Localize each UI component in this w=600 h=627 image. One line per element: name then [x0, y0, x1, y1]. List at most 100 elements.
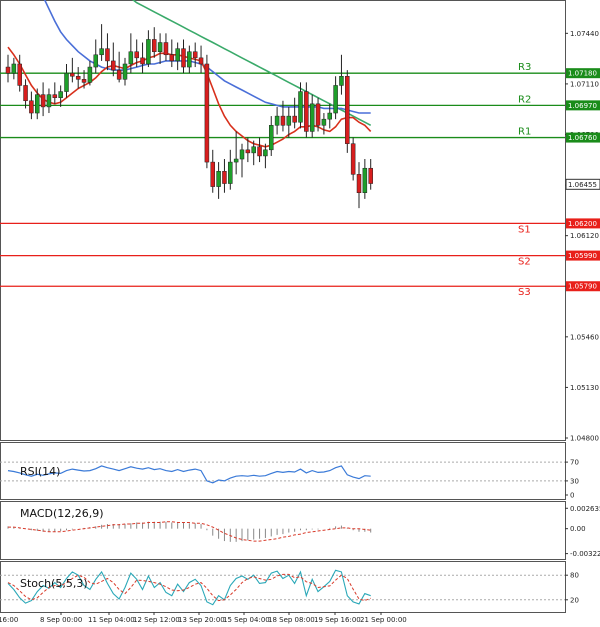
candle-up	[93, 54, 98, 68]
rsi-tick-label: 70	[570, 459, 579, 467]
rsi-tick-label: 0	[570, 492, 574, 500]
candle-up	[35, 94, 40, 114]
candle-down	[5, 66, 11, 74]
rsi-line	[7, 465, 371, 484]
candle-up	[157, 42, 163, 52]
panel-frames	[0, 0, 566, 613]
candle-up	[228, 161, 233, 184]
rsi-label: RSI(14)	[20, 465, 60, 478]
candle-down	[169, 54, 175, 62]
candle-up	[263, 149, 268, 157]
candle-up	[321, 118, 327, 126]
candle-up	[274, 115, 280, 126]
level-price-text: 1.06970	[568, 102, 597, 110]
candle-up	[362, 167, 368, 193]
candle-up	[46, 94, 52, 108]
candle-up	[187, 51, 192, 68]
candle-up	[286, 115, 292, 126]
candle-down	[70, 72, 75, 77]
candle-down	[345, 75, 350, 144]
macd-tick-label: 0.002635	[570, 505, 600, 513]
current-price-label: 1.06455	[568, 181, 597, 189]
candle-down	[280, 115, 286, 126]
pivot-levels: R3 R2 R1 S1 S2 S3	[0, 62, 565, 298]
level-price-text: 1.05790	[568, 283, 597, 291]
level-label-s2: S2	[518, 257, 531, 268]
candle-up	[175, 48, 180, 62]
candle-up	[146, 39, 151, 65]
candle-down	[222, 171, 227, 184]
time-tick-label: 15 Sep 04:00	[223, 616, 270, 624]
price-tick-label: 1.07110	[570, 80, 599, 88]
time-tick-label: 13 Sep 20:00	[178, 616, 225, 624]
candle-down	[134, 51, 139, 59]
candle-down	[368, 167, 373, 184]
macd-tick-label: -0.00322	[570, 550, 600, 558]
candle-down	[81, 79, 87, 83]
candle-down	[192, 51, 198, 59]
candle-down	[116, 69, 122, 80]
candle-down	[304, 91, 309, 132]
candle-down	[111, 60, 116, 71]
candle-up	[339, 75, 344, 86]
candle-down	[315, 103, 321, 126]
stoch-tick-label: 20	[570, 596, 579, 604]
candle-down	[181, 48, 186, 68]
candle-up	[11, 63, 17, 74]
price-tick-label: 1.07440	[570, 30, 599, 38]
level-price-text: 1.05990	[568, 252, 597, 260]
candle-up	[128, 51, 134, 65]
time-tick-label: 6 Sep 16:00	[0, 616, 18, 624]
candle-down	[257, 146, 262, 157]
candle-up	[298, 91, 303, 123]
price-tick-label: 1.05130	[570, 384, 599, 392]
candle-up	[64, 72, 69, 92]
price-candles	[5, 24, 373, 209]
price-tick-label: 1.04800	[570, 435, 599, 443]
macd-label: MACD(12,26,9)	[20, 507, 104, 520]
candle-down	[140, 57, 145, 65]
level-price-text: 1.06200	[568, 220, 597, 228]
candle-down	[204, 63, 210, 163]
rsi-tick-label: 30	[570, 477, 579, 485]
level-label-s3: S3	[518, 287, 531, 298]
candle-up	[239, 149, 245, 160]
candle-up	[233, 158, 239, 163]
candle-up	[309, 103, 315, 132]
trading-chart[interactable]: R3R2R1S1S2S3 1.107401.104101.100801.0975…	[0, 0, 600, 627]
time-tick-label: 19 Sep 16:00	[314, 616, 361, 624]
candle-down	[245, 149, 251, 154]
candle-down	[17, 63, 22, 86]
macd-tick-label: 0.00	[570, 525, 586, 533]
candle-up	[251, 146, 256, 154]
level-label-r2: R2	[518, 94, 531, 105]
candle-down	[105, 48, 110, 62]
level-price-boxes: 1.07180 1.06970 1.06760 1.06200 1.05990 1.057…	[565, 68, 600, 292]
candle-down	[356, 174, 362, 193]
candle-up	[216, 171, 221, 187]
candle-down	[163, 42, 169, 56]
candle-up	[58, 91, 63, 98]
candle-down	[23, 85, 28, 102]
stoch-label: Stoch(5,5,3)	[20, 577, 88, 590]
time-axis: 6 Sep 16:00 8 Sep 00:00 11 Sep 04:0012 Sep…	[0, 612, 407, 624]
candle-down	[210, 161, 215, 187]
time-tick-label: 18 Sep 08:00	[268, 616, 315, 624]
time-tick-label: 8 Sep 00:00	[40, 616, 82, 624]
candle-up	[269, 125, 274, 151]
level-price-text: 1.07180	[568, 70, 597, 78]
candle-up	[333, 85, 338, 114]
price-tick-label: 1.05460	[570, 333, 599, 341]
candle-down	[198, 57, 204, 65]
candle-down	[350, 143, 356, 175]
candle-down	[40, 94, 46, 108]
level-label-s1: S1	[518, 224, 531, 235]
level-price-text: 1.06760	[568, 134, 597, 142]
candle-up	[87, 66, 93, 83]
candle-down	[152, 39, 157, 52]
candle-down	[29, 100, 34, 114]
candle-up	[99, 48, 104, 56]
panel-frame	[0, 0, 566, 441]
candle-up	[122, 63, 128, 80]
rsi-panel: 70 30 0	[0, 459, 579, 500]
